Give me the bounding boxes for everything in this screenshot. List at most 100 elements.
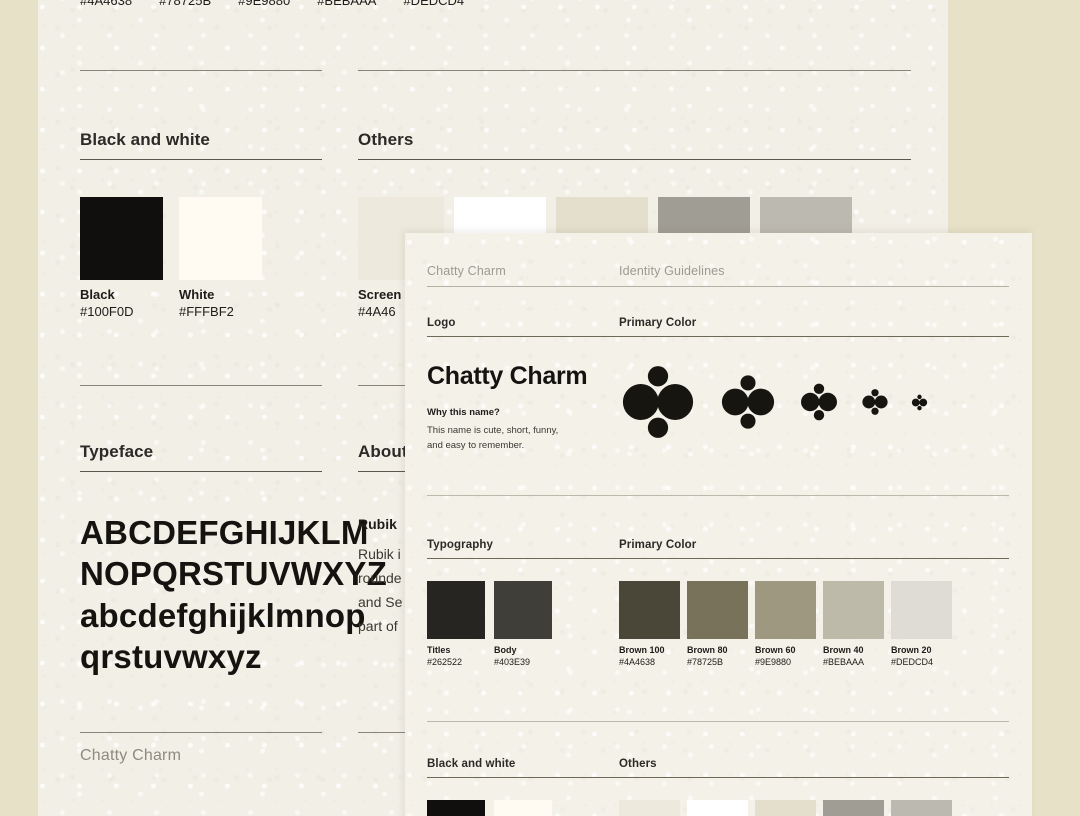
swatch-hex: #78725B bbox=[687, 657, 724, 667]
swatch-color-box bbox=[755, 581, 816, 639]
back-footer: Chatty Charm bbox=[80, 732, 322, 765]
back-primary-swatch: #DEDCD4 bbox=[403, 0, 464, 10]
swatch-name: Titles bbox=[427, 645, 451, 655]
swatch-other bbox=[891, 800, 952, 816]
swatch-color-box bbox=[619, 581, 680, 639]
swatch-body: Body #403E39 bbox=[494, 581, 552, 667]
typeface-specimen-line: qrstuvwxyz bbox=[80, 637, 262, 675]
swatch-color-box bbox=[755, 800, 816, 816]
section-title: Typeface bbox=[80, 442, 154, 461]
back-lower-divider-left bbox=[80, 385, 322, 386]
swatch-white: White #FFFBF2 bbox=[179, 197, 262, 319]
swatch-name: Brown 40 bbox=[823, 645, 864, 655]
section-title: Others bbox=[358, 130, 414, 149]
section-rule bbox=[358, 159, 911, 160]
swatch-name: Brown 60 bbox=[755, 645, 796, 655]
swatch-hex: #4A4638 bbox=[80, 0, 133, 8]
logo-mark-scale-row bbox=[619, 361, 1009, 443]
swatch-hex: #9E9880 bbox=[238, 0, 291, 8]
document-label: Identity Guidelines bbox=[619, 264, 725, 278]
swatch-color-box bbox=[427, 581, 485, 639]
back-primary-swatch: #78725B bbox=[159, 0, 211, 10]
footer-rule bbox=[80, 732, 322, 733]
front-section-black-and-white: Black and white Black #100F0D White #FFF… bbox=[427, 758, 620, 816]
swatch-name: Black bbox=[80, 287, 115, 302]
section-title: Logo bbox=[427, 317, 456, 329]
swatch-black: Black #100F0D bbox=[80, 197, 163, 319]
back-primary-swatch: #4A4638 bbox=[80, 0, 132, 10]
section-rule bbox=[619, 558, 1009, 559]
swatch-hex: #262522 bbox=[427, 657, 463, 667]
section-title: Typography bbox=[427, 539, 493, 551]
swatch-hex: #78725B bbox=[159, 0, 212, 8]
logo-mark-icon bbox=[911, 394, 928, 410]
swatch-hex: #9E9880 bbox=[755, 657, 792, 667]
swatch-hex: #FFFBF2 bbox=[179, 304, 234, 319]
swatch-color-box bbox=[823, 800, 884, 816]
section-rule bbox=[80, 159, 322, 160]
swatch-brown-60: Brown 60 #9E9880 bbox=[755, 581, 816, 667]
swatch-brown-20: Brown 20 #DEDCD4 bbox=[891, 581, 952, 667]
front-lower-divider-right bbox=[619, 721, 1009, 722]
swatch-color-box bbox=[80, 197, 163, 280]
swatch-hex: #DEDCD4 bbox=[891, 657, 934, 667]
swatch-color-box bbox=[687, 800, 748, 816]
logo-wordmark: Chatty Charm bbox=[427, 362, 588, 390]
swatch-hex: #4A4638 bbox=[619, 657, 656, 667]
swatch-other bbox=[823, 800, 884, 816]
swatch-color-box bbox=[823, 581, 884, 639]
logo-mark-icon bbox=[862, 389, 888, 415]
section-title: Black and white bbox=[80, 130, 210, 149]
front-eyebrow-right: Identity Guidelines bbox=[619, 264, 1009, 287]
swatch-name: Brown 100 bbox=[619, 645, 665, 655]
swatch-hex: #BEBAAA bbox=[317, 0, 377, 8]
front-eyebrow-left: Chatty Charm bbox=[427, 264, 620, 287]
swatch-brown-80: Brown 80 #78725B bbox=[687, 581, 748, 667]
swatch-color-box bbox=[179, 197, 262, 280]
why-this-name-body: This name is cute, short, funny, and eas… bbox=[427, 425, 559, 452]
front-section-typography: Typography Titles #262522 Body #403E39 bbox=[427, 539, 620, 667]
section-rule bbox=[427, 777, 620, 778]
section-title: Black and white bbox=[427, 758, 516, 770]
typeface-specimen-line: ABCDEFGHIJKLM bbox=[80, 514, 369, 551]
logo-mark-icon bbox=[801, 383, 837, 421]
front-section-logo: Logo Chatty Charm Why this name? This na… bbox=[427, 317, 620, 454]
front-lower-divider-left bbox=[427, 721, 620, 722]
swatch-color-box bbox=[494, 581, 552, 639]
front-section-primary-color-top: Primary Color bbox=[619, 317, 1009, 443]
swatch-hex: #100F0D bbox=[80, 304, 134, 319]
swatch-color-box bbox=[891, 581, 952, 639]
back-section-black-and-white: Black and white Black #100F0D White #FFF… bbox=[80, 130, 322, 319]
logo-mark-icon bbox=[622, 366, 694, 438]
swatch-name: Body bbox=[494, 645, 517, 655]
section-rule bbox=[427, 558, 620, 559]
eyebrow-rule bbox=[427, 286, 620, 287]
swatch-other bbox=[687, 800, 748, 816]
why-this-name-heading: Why this name? bbox=[427, 407, 500, 418]
front-mid-divider-left bbox=[427, 495, 620, 496]
eyebrow-rule bbox=[619, 286, 1009, 287]
swatch-hex: #DEDCD4 bbox=[403, 0, 465, 8]
swatch-titles: Titles #262522 bbox=[427, 581, 485, 667]
back-section-typeface: Typeface ABCDEFGHIJKLM NOPQRSTUVWXYZ abc… bbox=[80, 442, 387, 677]
front-section-primary-color: Primary Color Brown 100 #4A4638 Brown 80… bbox=[619, 539, 1009, 667]
back-primary-divider bbox=[358, 70, 911, 71]
brand-label: Chatty Charm bbox=[427, 264, 506, 278]
typeface-specimen-line: NOPQRSTUVWXYZ bbox=[80, 555, 387, 593]
swatch-color-box bbox=[619, 800, 680, 816]
section-rule bbox=[619, 336, 1009, 337]
swatch-other bbox=[755, 800, 816, 816]
swatch-hex: #403E39 bbox=[494, 657, 531, 667]
swatch-other bbox=[619, 800, 680, 816]
swatch-color-box bbox=[687, 581, 748, 639]
front-brand-sheet: Chatty Charm Identity Guidelines Logo Ch… bbox=[405, 233, 1032, 816]
swatch-brown-100: Brown 100 #4A4638 bbox=[619, 581, 680, 667]
swatch-black: Black #100F0D bbox=[427, 800, 485, 816]
section-title: Others bbox=[619, 758, 657, 770]
back-primary-color-hex-row: #4A4638 #78725B #9E9880 #BEBAAA #DEDCD4 bbox=[80, 0, 660, 10]
back-primary-swatch: #9E9880 bbox=[238, 0, 290, 10]
footer-brand-label: Chatty Charm bbox=[80, 747, 182, 764]
swatch-color-box bbox=[891, 800, 952, 816]
swatch-name: Brown 80 bbox=[687, 645, 728, 655]
section-rule bbox=[80, 471, 322, 472]
